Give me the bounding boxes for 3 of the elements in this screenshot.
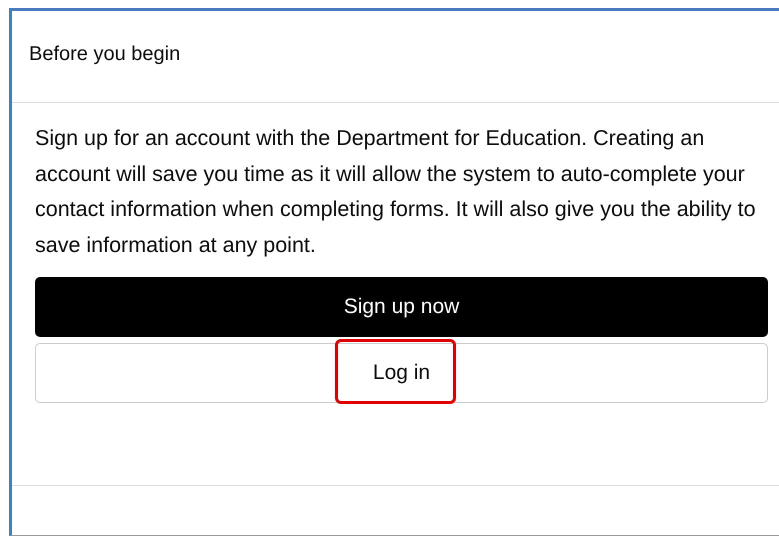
dialog-message: Sign up for an account with the Department for Education. Creating an account will save you time as it will allow the system to auto-complete your contact information when completing forms. It will also give you the ability to save information at any point. bbox=[35, 125, 757, 258]
dialog-title: Before you begin bbox=[29, 43, 180, 65]
sign-up-button[interactable]: Sign up now bbox=[35, 277, 768, 337]
